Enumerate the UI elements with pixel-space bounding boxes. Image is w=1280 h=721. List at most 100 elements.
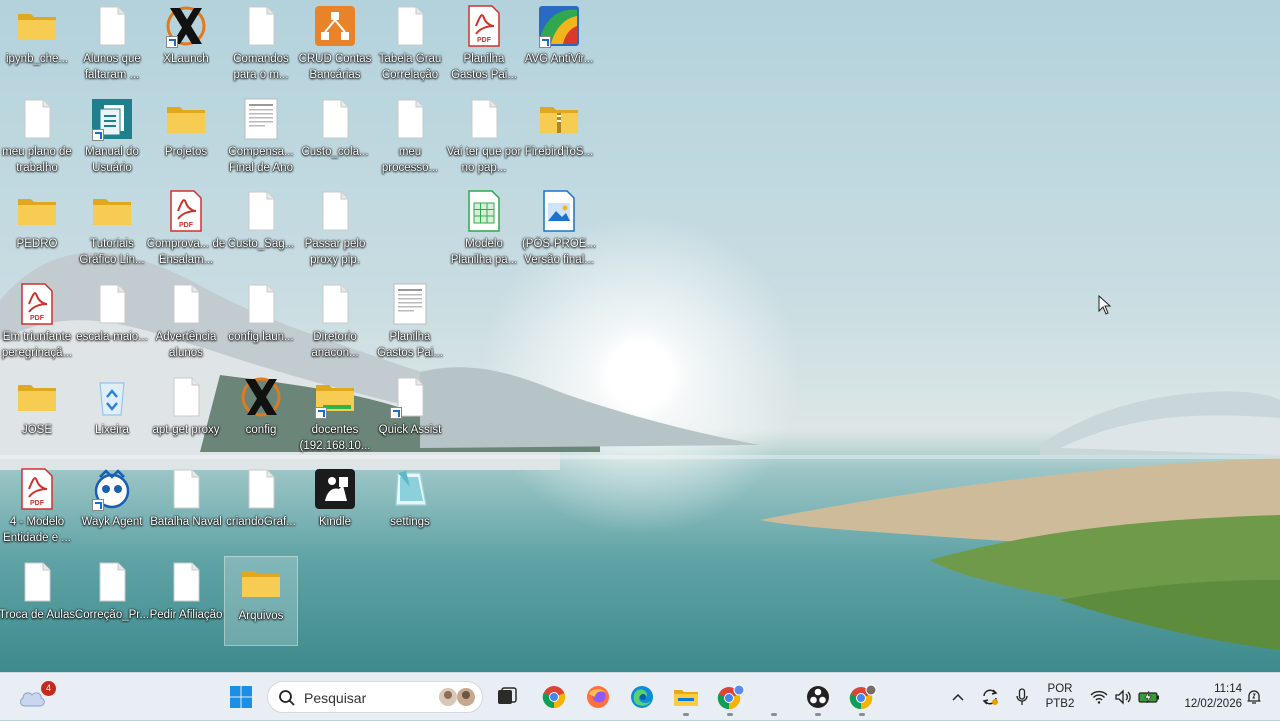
desktop-icon-custo-sag[interactable]: Custo_Sag... — [224, 185, 298, 275]
desktop-icon-manual-do-usuario[interactable]: Manual do Usuário — [75, 93, 149, 183]
desktop-icon-tabela-grau-correlacao[interactable]: Tabela Grau Correlação — [373, 0, 447, 90]
pdf-icon: PDF — [164, 189, 208, 233]
desktop: ipynb_che... Alunos que faltaram ... XLaun… — [0, 0, 1280, 672]
desktop-icon-alunos-que-faltaram[interactable]: Alunos que faltaram ... — [75, 0, 149, 90]
desktop-icon-4-modelo-entidade-e[interactable]: PDF 4 - Modelo Entidade e ... — [0, 463, 74, 553]
desktop-icon-batalha-naval[interactable]: Batalha Naval — [149, 463, 223, 553]
desktop-icon-planilha-gastos-pai[interactable]: Planilha Gastos Pai... — [373, 278, 447, 368]
running-indicator — [771, 713, 777, 716]
desktop-icon-label: JOSE — [21, 424, 53, 436]
windows-logo-icon — [230, 686, 252, 708]
desktop-icon-pedir-afiliacao[interactable]: Pedir Afiliação — [149, 556, 223, 646]
desktop-icon-label: PEDRO — [16, 238, 58, 250]
desktop-icon-criandograf[interactable]: criandoGraf... — [224, 463, 298, 553]
desktop-icon-jose[interactable]: JOSE — [0, 371, 74, 461]
desktop-icon-label: Custo_cola... — [301, 146, 369, 158]
desktop-icon-firebirdtos[interactable]: FirebirdToS... — [522, 93, 596, 183]
desktop-icon-docentes-192-168-10[interactable]: docentes (192.168.10... — [298, 371, 372, 461]
start-button[interactable] — [224, 673, 258, 721]
edge-taskbar-button[interactable] — [628, 673, 656, 721]
desktop-icon-label: config — [245, 424, 277, 436]
desktop-icon-label: (PÓS-PROE... Versão final... — [521, 238, 597, 266]
desktop-icon-xlaunch[interactable]: XLaunch — [149, 0, 223, 90]
desktop-icon-settings[interactable]: settings — [373, 463, 447, 553]
desktop-icon-crud-contas-bancarias[interactable]: CRUD Contas Bancárias — [298, 0, 372, 90]
taskbar: 4 Pesquisar POR PTB2 11:14 12/02/2026 — [0, 672, 1280, 720]
task-view-button[interactable] — [494, 673, 520, 721]
desktop-icon-arquivos[interactable]: Arquivos — [224, 556, 298, 646]
settings-icon — [388, 467, 432, 511]
desktop-icon-quick-assist[interactable]: Quick Assist — [373, 371, 447, 461]
desktop-icon-escala-maio[interactable]: escala-maio... — [75, 278, 149, 368]
desktop-icon-tutoriais-grafico-lin[interactable]: Tutoriais Gráfico Lin... — [75, 185, 149, 275]
desktop-icon-projetos[interactable]: Projetos — [149, 93, 223, 183]
file-icon — [90, 282, 134, 326]
folder-icon — [164, 97, 208, 141]
file-icon — [90, 4, 134, 48]
desktop-icon-pedro[interactable]: PEDRO — [0, 185, 74, 275]
desktop-icon-modelo-planilha-pa[interactable]: Modelo Planilha pa... — [447, 185, 521, 275]
zipfolder-icon — [537, 97, 581, 141]
folder-icon — [15, 375, 59, 419]
sync-tray-button[interactable] — [978, 673, 1002, 721]
desktop-icon-ipynb-che[interactable]: ipynb_che... — [0, 0, 74, 90]
file-icon — [388, 4, 432, 48]
desktop-icon-comandos-para-o-m[interactable]: Comandos para o m... — [224, 0, 298, 90]
running-indicator — [859, 713, 865, 716]
chevron-up-icon — [952, 693, 964, 701]
desktop-icon-config-laun[interactable]: config.laun... — [224, 278, 298, 368]
shortcut-arrow-icon — [166, 36, 178, 48]
firefox-taskbar-button[interactable] — [584, 673, 612, 721]
desktop-icon-label: Quick Assist — [378, 424, 442, 436]
firefox-icon — [587, 686, 609, 708]
file-icon — [164, 560, 208, 604]
running-indicator — [727, 713, 733, 716]
desktop-icon-planilha-gastos-pai[interactable]: PDF Planilha Gastos Pai... — [447, 0, 521, 90]
notification-badge: 4 — [41, 681, 56, 696]
desktop-icon-lixeira[interactable]: Lixeira — [75, 371, 149, 461]
show-hidden-icons-button[interactable] — [948, 673, 968, 721]
desktop-icon-kindle[interactable]: Kindle — [298, 463, 372, 553]
search-input[interactable] — [302, 687, 436, 709]
xlaunch-icon — [239, 375, 283, 419]
microphone-tray-button[interactable] — [1012, 673, 1032, 721]
file-icon — [15, 560, 59, 604]
desktop-icon-diretorio-anacon[interactable]: Diretorio anacon... — [298, 278, 372, 368]
desktop-icon-label: Pedir Afiliação — [149, 609, 223, 621]
folder-icon — [239, 561, 283, 605]
clock[interactable]: 11:14 12/02/2026 — [1166, 673, 1242, 721]
desktop-icon-label: config.laun... — [228, 331, 294, 343]
desktop-icon-pos-proe-versao-final[interactable]: (PÓS-PROE... Versão final... — [522, 185, 596, 275]
shortcut-arrow-icon — [92, 499, 104, 511]
desktop-icon-advertencia-alunos[interactable]: Advertência alunos — [149, 278, 223, 368]
desktop-icon-meu-plano-de-trabalho[interactable]: meu plano de trabalho — [0, 93, 74, 183]
file-icon — [239, 282, 283, 326]
desktop-icon-label: Planilha Gastos Pai... — [377, 331, 443, 359]
desktop-icon-label: Passar pelo proxy pip. — [304, 238, 366, 266]
desktop-icon-custo-cola[interactable]: Custo_cola... — [298, 93, 372, 183]
desktop-icon-label: Kindle — [319, 516, 351, 528]
taskbar-search-box[interactable] — [267, 681, 483, 713]
desktop-icon-comprova-de-ensalam[interactable]: PDF Comprova... de Ensalam... — [147, 185, 225, 275]
desktop-icon-config[interactable]: config — [224, 371, 298, 461]
chrome-taskbar-button[interactable] — [540, 673, 568, 721]
quick-settings-button[interactable] — [1088, 673, 1162, 721]
desktop-icon-passar-pelo-proxy-pip[interactable]: Passar pelo proxy pip. — [298, 185, 372, 275]
notifications-button[interactable] — [1244, 673, 1264, 721]
desktop-icon-apt-get-proxy[interactable]: apt-get proxy — [149, 371, 223, 461]
input-language-indicator[interactable]: POR PTB2 — [1038, 673, 1082, 721]
search-highlight-art-icon — [439, 688, 475, 706]
shortcut-arrow-icon — [315, 407, 327, 419]
desktop-icon-troca-de-aulas[interactable]: Troca de Aulas — [0, 556, 75, 646]
desktop-icon-meu-processo[interactable]: meu processo... — [373, 93, 447, 183]
desktop-icon-em-triunfante-peregrinaca[interactable]: PDF Em triunfante peregrinaçã... — [0, 278, 74, 368]
desktop-icon-compensa-final-de-ano[interactable]: Compensa... Final de Ano — [224, 93, 298, 183]
svg-text:PDF: PDF — [477, 37, 492, 44]
desktop-icon-wayk-agent[interactable]: Wayk Agent — [75, 463, 149, 553]
chrome-profile-2-icon — [849, 684, 877, 710]
weather-widget[interactable]: 4 — [10, 673, 56, 721]
desktop-icon-vai-ter-que-por-no-pap[interactable]: Vai ter que por no pap... — [447, 93, 521, 183]
sync-icon — [982, 689, 998, 705]
desktop-icon-correcao-pr[interactable]: Correção_Pr... — [75, 556, 149, 646]
desktop-icon-avg-antivir[interactable]: AVG AntiVir... — [522, 0, 596, 90]
